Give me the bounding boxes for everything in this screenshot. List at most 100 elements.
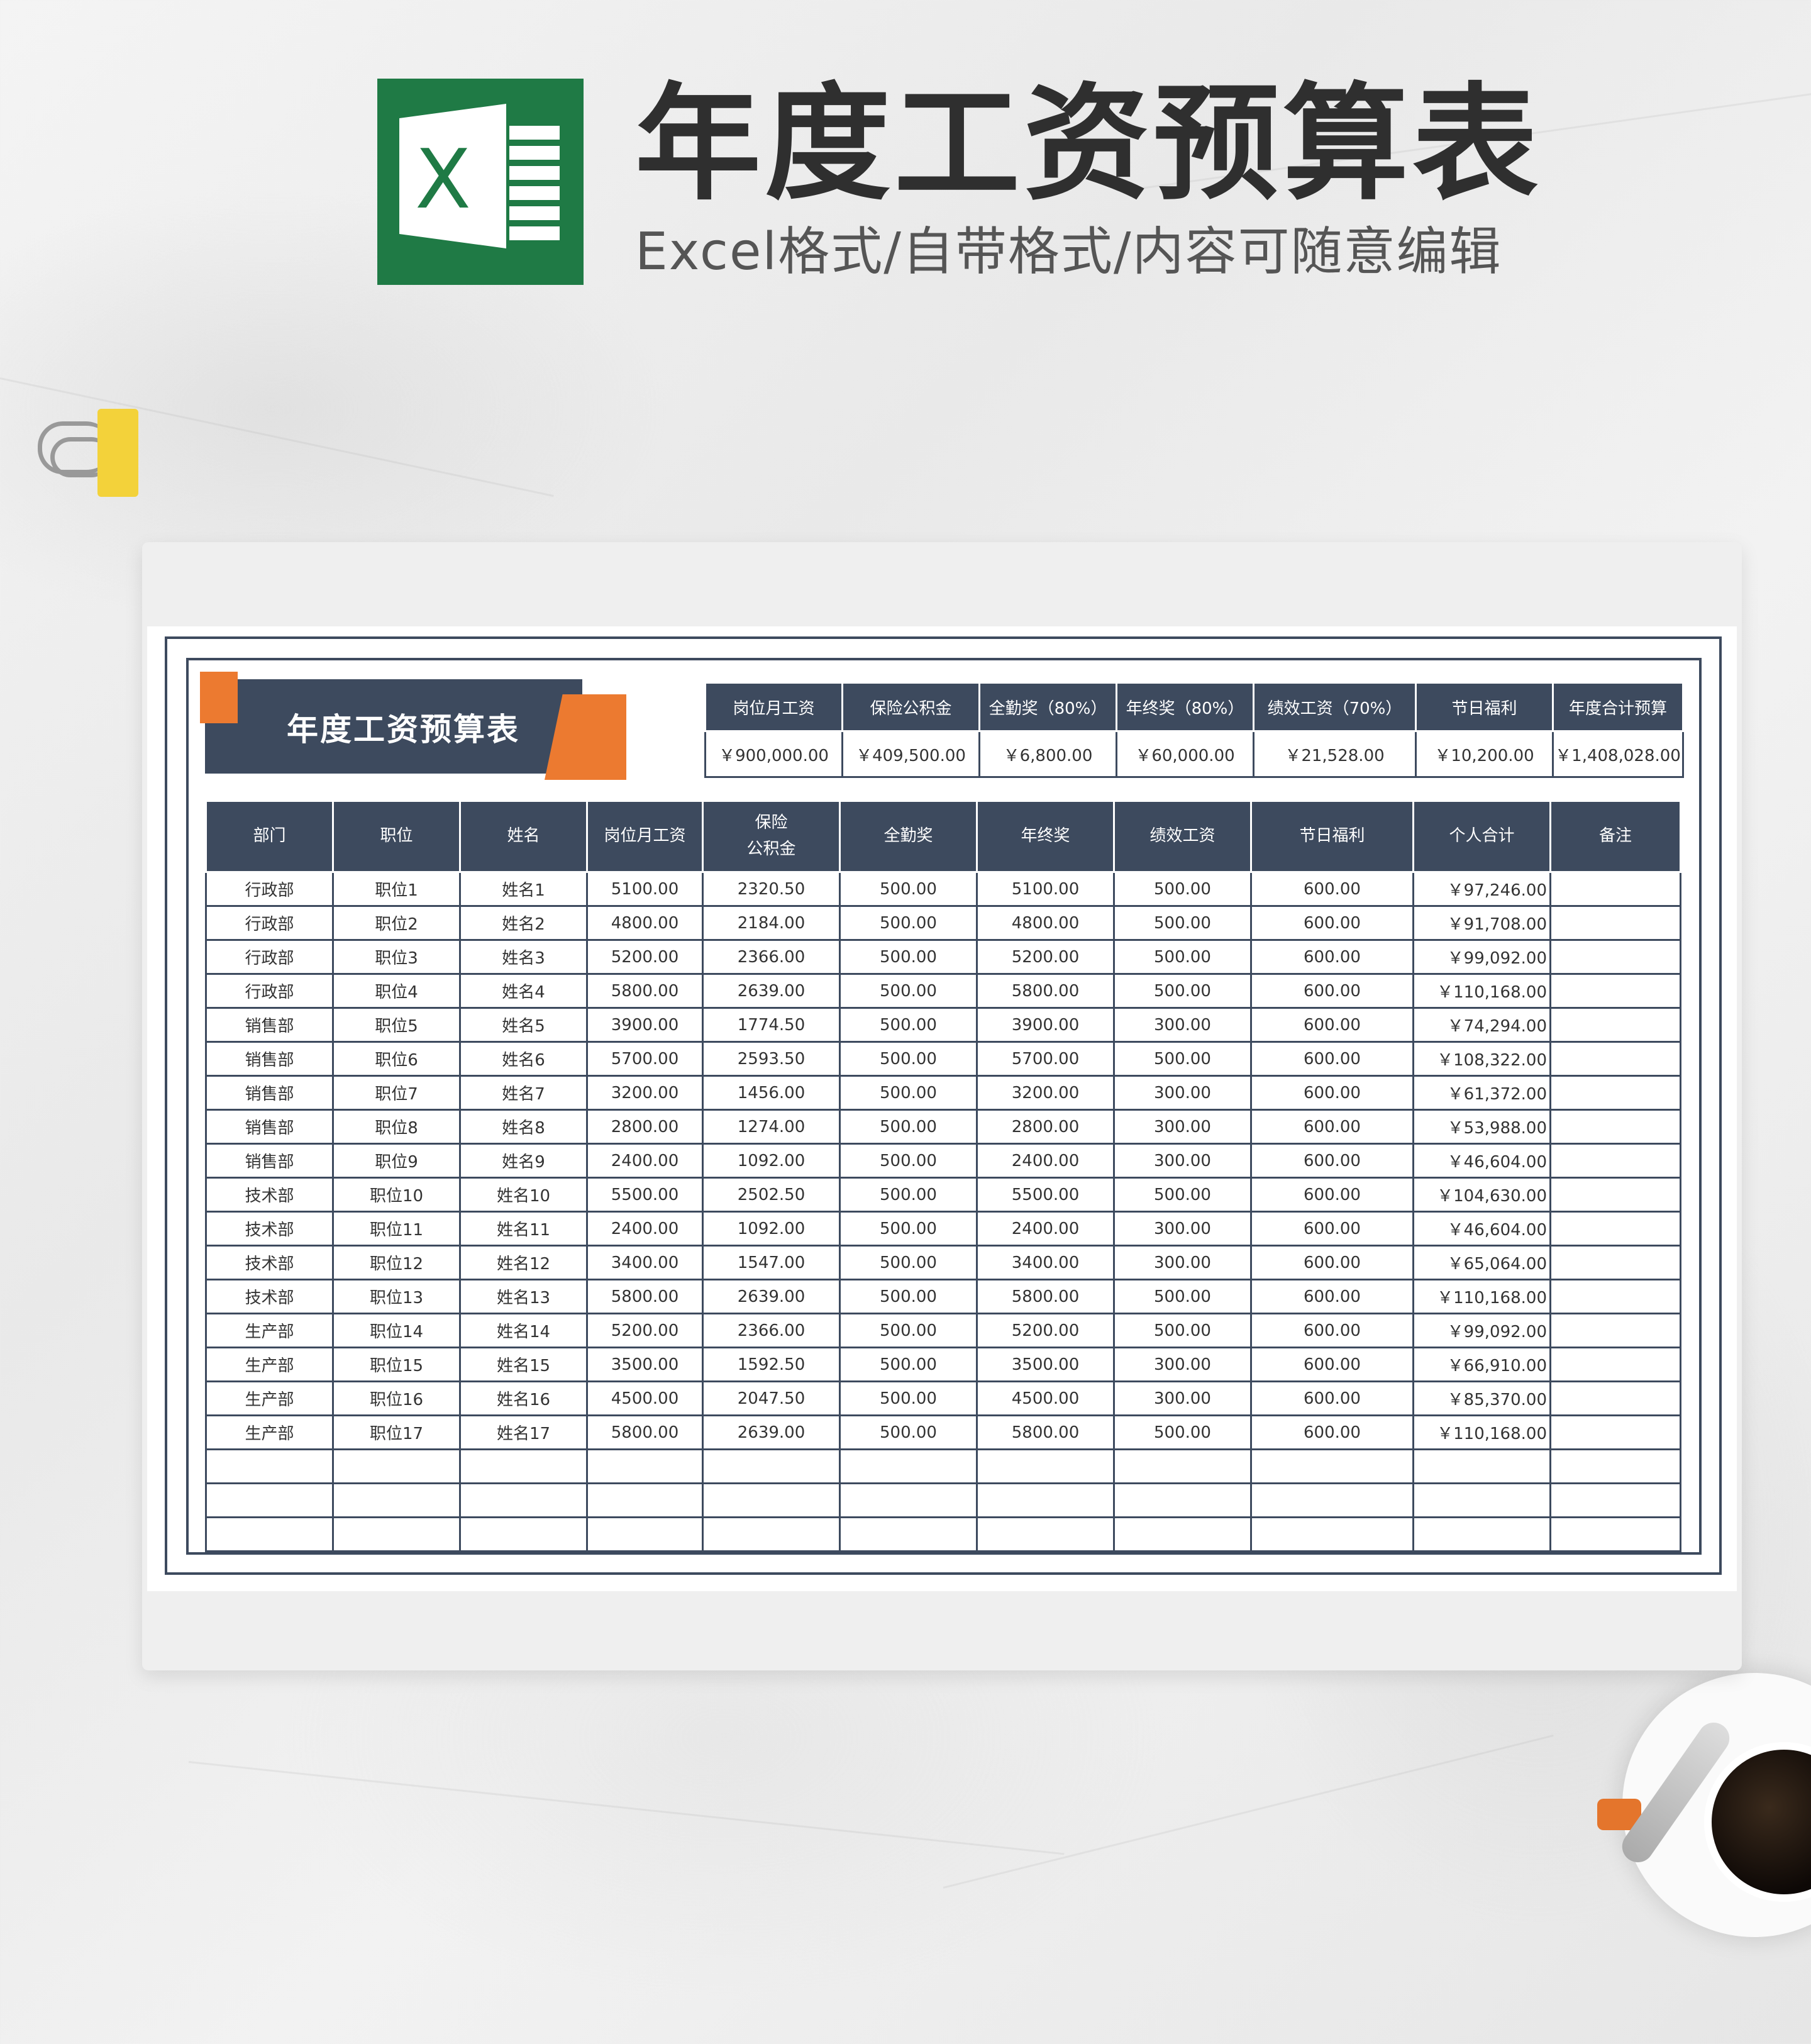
table-cell[interactable]: 500.00 — [1113, 1041, 1252, 1077]
table-cell[interactable]: 生产部 — [205, 1414, 334, 1450]
table-cell[interactable] — [1549, 1211, 1681, 1247]
table-cell[interactable] — [1549, 1245, 1681, 1280]
table-cell[interactable]: 职位16 — [332, 1380, 461, 1416]
summary-value-cell[interactable]: ￥6,800.00 — [978, 730, 1117, 778]
table-cell[interactable]: 500.00 — [1113, 905, 1252, 941]
table-cell[interactable] — [459, 1482, 588, 1518]
table-cell[interactable]: 销售部 — [205, 1007, 334, 1043]
table-cell[interactable]: 3200.00 — [586, 1075, 704, 1111]
table-cell[interactable]: ￥99,092.00 — [1412, 939, 1551, 975]
table-cell[interactable]: 5200.00 — [586, 1313, 704, 1348]
summary-value-cell[interactable]: ￥1,408,028.00 — [1552, 730, 1684, 778]
table-cell[interactable]: 2320.50 — [702, 871, 841, 907]
table-cell[interactable] — [205, 1516, 334, 1552]
table-cell[interactable]: 3900.00 — [586, 1007, 704, 1043]
table-cell[interactable] — [1113, 1482, 1252, 1518]
table-cell[interactable]: 600.00 — [1250, 1313, 1414, 1348]
table-cell[interactable] — [839, 1516, 978, 1552]
table-cell[interactable] — [702, 1482, 841, 1518]
table-cell[interactable]: 600.00 — [1250, 1245, 1414, 1280]
table-cell[interactable] — [1549, 1177, 1681, 1213]
table-cell[interactable] — [839, 1448, 978, 1484]
table-cell[interactable]: 2639.00 — [702, 1279, 841, 1314]
table-cell[interactable]: 技术部 — [205, 1177, 334, 1213]
table-cell[interactable]: 姓名10 — [459, 1177, 588, 1213]
table-cell[interactable]: 职位1 — [332, 871, 461, 907]
table-cell[interactable]: 5800.00 — [976, 973, 1115, 1009]
table-cell[interactable]: 姓名2 — [459, 905, 588, 941]
table-cell[interactable]: 姓名12 — [459, 1245, 588, 1280]
table-cell[interactable]: 5200.00 — [976, 1313, 1115, 1348]
table-cell[interactable]: 500.00 — [1113, 973, 1252, 1009]
table-cell[interactable]: 500.00 — [1113, 1279, 1252, 1314]
table-cell[interactable]: 技术部 — [205, 1211, 334, 1247]
table-cell[interactable] — [1549, 1041, 1681, 1077]
table-cell[interactable]: 600.00 — [1250, 1279, 1414, 1314]
table-cell[interactable]: ￥46,604.00 — [1412, 1211, 1551, 1247]
summary-value-cell[interactable]: ￥21,528.00 — [1253, 730, 1417, 778]
table-cell[interactable]: ￥61,372.00 — [1412, 1075, 1551, 1111]
table-cell[interactable]: 2593.50 — [702, 1041, 841, 1077]
table-cell[interactable]: 行政部 — [205, 973, 334, 1009]
table-cell[interactable]: 500.00 — [839, 1041, 978, 1077]
table-cell[interactable] — [205, 1448, 334, 1484]
table-cell[interactable]: 500.00 — [839, 1211, 978, 1247]
table-cell[interactable]: 姓名1 — [459, 871, 588, 907]
table-cell[interactable]: 300.00 — [1113, 1245, 1252, 1280]
table-cell[interactable]: 行政部 — [205, 905, 334, 941]
table-cell[interactable]: 姓名15 — [459, 1347, 588, 1382]
table-cell[interactable] — [1250, 1448, 1414, 1484]
table-cell[interactable]: 2366.00 — [702, 1313, 841, 1348]
table-cell[interactable]: ￥91,708.00 — [1412, 905, 1551, 941]
summary-value-cell[interactable]: ￥60,000.00 — [1116, 730, 1254, 778]
table-cell[interactable]: 600.00 — [1250, 1347, 1414, 1382]
table-cell[interactable] — [1412, 1448, 1551, 1484]
table-cell[interactable]: 职位17 — [332, 1414, 461, 1450]
table-cell[interactable]: ￥66,910.00 — [1412, 1347, 1551, 1382]
table-cell[interactable]: 姓名8 — [459, 1109, 588, 1145]
table-cell[interactable] — [702, 1448, 841, 1484]
table-cell[interactable]: 职位15 — [332, 1347, 461, 1382]
table-cell[interactable]: 1092.00 — [702, 1211, 841, 1247]
table-cell[interactable] — [839, 1482, 978, 1518]
table-cell[interactable]: 行政部 — [205, 871, 334, 907]
summary-value-cell[interactable]: ￥10,200.00 — [1415, 730, 1554, 778]
table-cell[interactable]: ￥74,294.00 — [1412, 1007, 1551, 1043]
table-cell[interactable] — [1549, 1380, 1681, 1416]
table-cell[interactable] — [702, 1516, 841, 1552]
table-cell[interactable]: 5800.00 — [586, 973, 704, 1009]
table-cell[interactable]: 2502.50 — [702, 1177, 841, 1213]
table-cell[interactable] — [1549, 939, 1681, 975]
table-cell[interactable]: 姓名5 — [459, 1007, 588, 1043]
table-cell[interactable]: 职位3 — [332, 939, 461, 975]
summary-value-cell[interactable]: ￥409,500.00 — [841, 730, 980, 778]
table-cell[interactable]: 3400.00 — [586, 1245, 704, 1280]
table-cell[interactable]: 4800.00 — [976, 905, 1115, 941]
table-cell[interactable]: ￥104,630.00 — [1412, 1177, 1551, 1213]
table-cell[interactable]: 2800.00 — [586, 1109, 704, 1145]
table-cell[interactable]: 300.00 — [1113, 1007, 1252, 1043]
table-cell[interactable]: 1456.00 — [702, 1075, 841, 1111]
table-cell[interactable] — [1549, 1279, 1681, 1314]
table-cell[interactable]: 职位8 — [332, 1109, 461, 1145]
table-cell[interactable]: 姓名7 — [459, 1075, 588, 1111]
table-cell[interactable]: 技术部 — [205, 1245, 334, 1280]
table-cell[interactable]: 5800.00 — [976, 1279, 1115, 1314]
table-cell[interactable] — [1549, 1007, 1681, 1043]
table-cell[interactable] — [1549, 1516, 1681, 1552]
table-cell[interactable] — [332, 1448, 461, 1484]
table-cell[interactable] — [459, 1448, 588, 1484]
table-cell[interactable]: 1092.00 — [702, 1143, 841, 1179]
table-cell[interactable]: 职位7 — [332, 1075, 461, 1111]
table-cell[interactable]: 600.00 — [1250, 1143, 1414, 1179]
table-cell[interactable]: 500.00 — [839, 871, 978, 907]
table-cell[interactable]: 2366.00 — [702, 939, 841, 975]
table-cell[interactable]: ￥85,370.00 — [1412, 1380, 1551, 1416]
table-cell[interactable]: 500.00 — [839, 1075, 978, 1111]
table-cell[interactable] — [976, 1482, 1115, 1518]
table-cell[interactable]: 1547.00 — [702, 1245, 841, 1280]
table-cell[interactable]: 销售部 — [205, 1109, 334, 1145]
table-cell[interactable]: 姓名9 — [459, 1143, 588, 1179]
table-cell[interactable]: 姓名16 — [459, 1380, 588, 1416]
table-cell[interactable] — [1549, 871, 1681, 907]
